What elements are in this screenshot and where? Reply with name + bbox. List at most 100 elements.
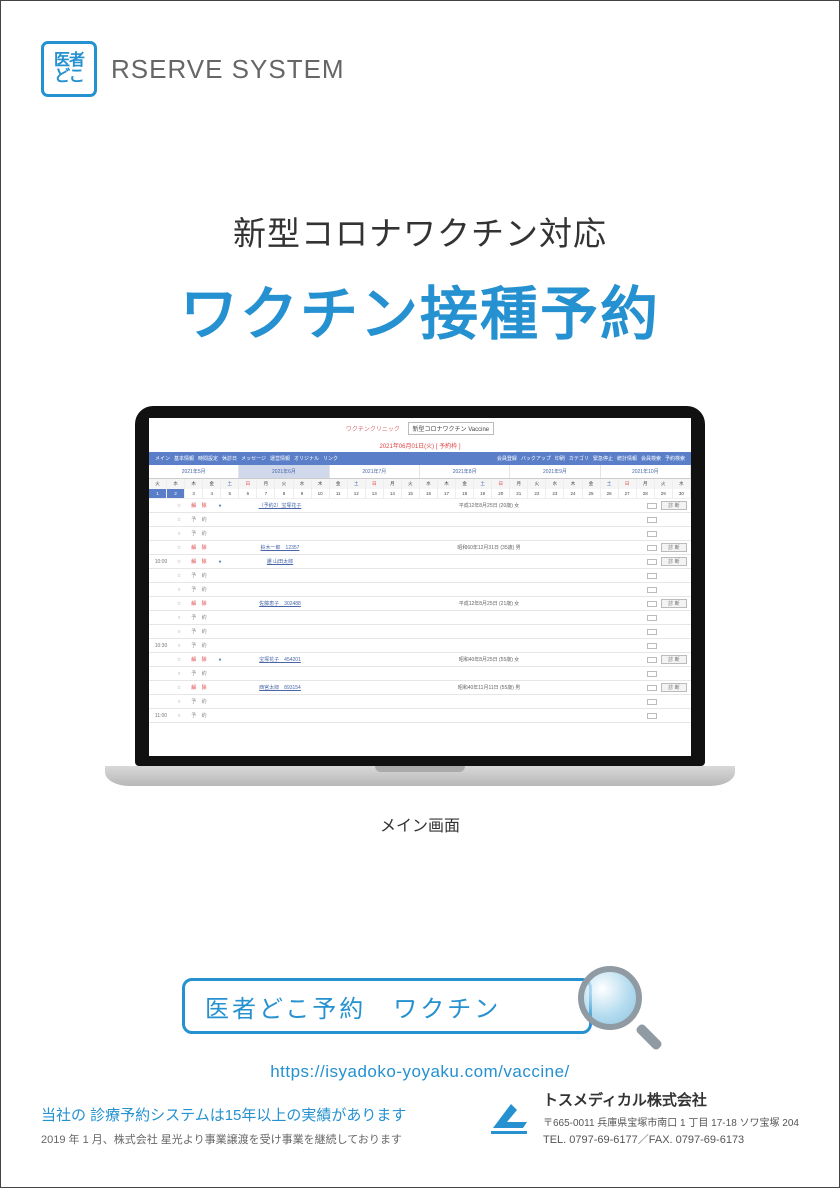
reservation-row: ○予 約: [149, 583, 691, 597]
daynum-cell: 3: [185, 489, 203, 499]
reservation-row: ☆解 除鈴木一郎 12357昭和60年12月31日 (35歳) 男診 断: [149, 541, 691, 555]
row-status: 予 約: [185, 572, 215, 579]
nav-item: 時間設定: [198, 456, 218, 462]
company-info: トスメディカル株式会社 〒665-0011 兵庫県宝塚市南口 1 丁目 17-1…: [543, 1089, 799, 1147]
logo-text-2: どこ: [54, 69, 84, 85]
row-status: 予 約: [185, 614, 215, 621]
row-star-icon: ☆: [173, 545, 185, 551]
daynum-cell: 11: [330, 489, 348, 499]
laptop-illustration: ワクチンクリニック 新型コロナワクチン Vaccine 2021年06月01日(…: [1, 406, 839, 836]
row-patient-name: 宝塚花子 454201: [225, 656, 335, 663]
daynum-cell: 6: [239, 489, 257, 499]
daynum-cell: 26: [601, 489, 619, 499]
weekday-cell: 水: [167, 479, 185, 489]
row-star-icon: ☆: [173, 685, 185, 691]
row-time: 11:00: [149, 713, 173, 719]
weekday-cell: 日: [239, 479, 257, 489]
row-status: 解 除: [185, 684, 215, 691]
weekday-cell: 水: [546, 479, 564, 489]
nav-item: オリジナル: [294, 456, 319, 462]
weekday-cell: 土: [348, 479, 366, 489]
row-status: 解 除: [185, 600, 215, 607]
nav-item: バックアップ: [521, 456, 551, 462]
nav-item: メッセージ: [241, 456, 266, 462]
row-patient-info: 昭和40年11月11日 (55歳) 男: [335, 684, 643, 691]
row-checkbox: [647, 573, 657, 579]
nav-item: カテゴリ: [569, 456, 589, 462]
month-tab: 2021年10月: [601, 465, 691, 478]
row-star-icon: ○: [173, 643, 185, 649]
reservation-row: ☆解 除佐藤恵子 302488平成12年8月25日 (21歳) 女診 断: [149, 597, 691, 611]
weekday-cell: 木: [564, 479, 582, 489]
nav-item: 基本情報: [174, 456, 194, 462]
weekday-cell: 火: [528, 479, 546, 489]
search-area: 医者どこ予約 ワクチン https://isyadoko-yoyaku.com/…: [1, 966, 839, 1082]
row-patient-name: 遷 山田太郎: [225, 558, 335, 565]
laptop-base: [105, 766, 735, 786]
row-patient-name: 西宮太郎 893154: [225, 684, 335, 691]
search-text: 医者どこ予約 ワクチン: [205, 989, 501, 1024]
month-tab: 2021年8月: [420, 465, 510, 478]
row-checkbox: [647, 629, 657, 635]
row-status: 予 約: [185, 516, 215, 523]
calendar-weekdays: 火水木金土日月火水木金土日月火水木金土日月火水木金土日月火水: [149, 479, 691, 489]
clinic-name: ワクチンクリニック: [346, 427, 400, 433]
reservation-row: 10:00☆解 除●遷 山田太郎診 断: [149, 555, 691, 569]
company-address: 〒665-0011 兵庫県宝塚市南口 1 丁目 17-18 ソワ宝塚 204: [543, 1114, 799, 1129]
weekday-cell: 火: [402, 479, 420, 489]
month-tab: 2021年9月: [510, 465, 600, 478]
weekday-cell: 月: [510, 479, 528, 489]
row-checkbox: [647, 517, 657, 523]
weekday-cell: 月: [257, 479, 275, 489]
weekday-cell: 火: [655, 479, 673, 489]
row-checkbox: [647, 713, 657, 719]
nav-item: 会員検索: [641, 456, 661, 462]
row-star-icon: ☆: [173, 601, 185, 607]
nav-item: 予約検索: [665, 456, 685, 462]
weekday-cell: 水: [673, 479, 691, 489]
row-diag-button: 診 断: [661, 543, 687, 552]
row-star-icon: ○: [173, 615, 185, 621]
row-bullet-icon: ●: [215, 559, 225, 565]
row-diag-button: 診 断: [661, 501, 687, 510]
reservation-row: ○予 約: [149, 695, 691, 709]
daynum-cell: 13: [366, 489, 384, 499]
row-bullet-icon: ●: [215, 503, 225, 509]
reservation-row: ☆解 除●宝塚花子 454201昭和40年8月25日 (55歳) 女診 断: [149, 653, 691, 667]
weekday-cell: 金: [583, 479, 601, 489]
month-tab: 2021年5月: [149, 465, 239, 478]
weekday-cell: 水: [294, 479, 312, 489]
footer: 当社の 診療予約システムは15年以上の実績があります 2019 年 1 月、株式…: [1, 1089, 839, 1147]
nav-item: リンク: [323, 456, 338, 462]
reservation-row: ○予 約: [149, 611, 691, 625]
footer-left: 当社の 診療予約システムは15年以上の実績があります 2019 年 1 月、株式…: [41, 1104, 406, 1147]
daynum-cell: 4: [203, 489, 221, 499]
hero: 新型コロナワクチン対応 ワクチン接種予約: [1, 207, 839, 351]
row-checkbox: [647, 559, 657, 565]
row-checkbox: [647, 685, 657, 691]
daynum-cell: 30: [673, 489, 691, 499]
row-status: 解 除: [185, 558, 215, 565]
calendar-daynums: 1234567891011121314151617181920212223242…: [149, 489, 691, 499]
reservation-rows: ☆解 除●（予約2）宝塚花子平成12年8月25日 (20歳) 女診 断☆予 約○…: [149, 499, 691, 723]
hero-title: ワクチン接種予約: [1, 267, 839, 351]
row-checkbox: [647, 615, 657, 621]
company-logo-icon: [487, 1098, 531, 1138]
weekday-cell: 金: [203, 479, 221, 489]
row-star-icon: ○: [173, 699, 185, 705]
row-star-icon: ○: [173, 587, 185, 593]
row-patient-name: 鈴木一郎 12357: [225, 544, 335, 551]
row-diag-button: 診 断: [661, 655, 687, 664]
row-status: 予 約: [185, 530, 215, 537]
nav-item: 休診日: [222, 456, 237, 462]
reservation-row: ○予 約: [149, 667, 691, 681]
daynum-cell: 5: [221, 489, 239, 499]
row-checkbox: [647, 643, 657, 649]
company-name: トスメディカル株式会社: [543, 1089, 799, 1110]
reservation-row: 10:30○予 約: [149, 639, 691, 653]
daynum-cell: 20: [492, 489, 510, 499]
daynum-cell: 23: [546, 489, 564, 499]
header: 医者 どこ RSERVE SYSTEM: [1, 1, 839, 97]
row-star-icon: ☆: [173, 559, 185, 565]
daynum-cell: 29: [655, 489, 673, 499]
